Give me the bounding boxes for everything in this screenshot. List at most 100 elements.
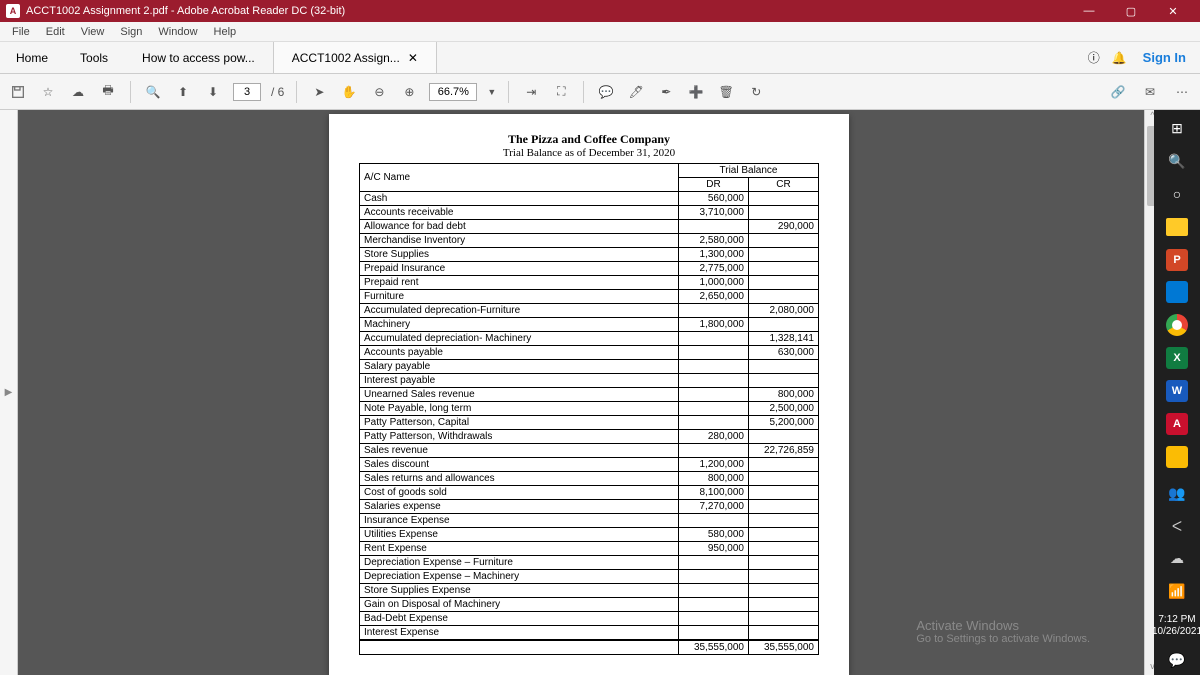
help-icon[interactable]: ⓘ bbox=[1088, 49, 1100, 66]
taskbar-powerpoint-icon[interactable]: P bbox=[1162, 245, 1192, 274]
cell-name: Salary payable bbox=[360, 360, 679, 374]
taskbar-pdf-icon[interactable]: A bbox=[1162, 409, 1192, 438]
cell-dr: 2,650,000 bbox=[679, 290, 749, 304]
menu-help[interactable]: Help bbox=[206, 26, 245, 38]
table-row: Bad-Debt Expense bbox=[360, 612, 819, 626]
menu-view[interactable]: View bbox=[73, 26, 113, 38]
taskbar-notes-icon[interactable] bbox=[1162, 442, 1192, 471]
table-row: Cost of goods sold8,100,000 bbox=[360, 486, 819, 500]
taskbar-chrome-icon[interactable] bbox=[1162, 311, 1192, 340]
pointer-icon[interactable]: ➤ bbox=[309, 82, 329, 102]
taskbar-explorer-icon[interactable] bbox=[1162, 212, 1192, 241]
cell-name: Accumulated deprecation-Furniture bbox=[360, 304, 679, 318]
tab-assignment[interactable]: ACCT1002 Assign...✕ bbox=[274, 42, 437, 73]
cell-name: Note Payable, long term bbox=[360, 402, 679, 416]
zoom-in-icon[interactable]: ⊕ bbox=[399, 82, 419, 102]
maximize-button[interactable]: ▢ bbox=[1110, 0, 1152, 22]
more-icon[interactable]: ⋯ bbox=[1172, 82, 1192, 102]
taskbar-people-icon[interactable]: 👥 bbox=[1162, 479, 1192, 508]
print-icon[interactable]: 🖶 bbox=[98, 82, 118, 102]
table-row: Sales revenue 22,726,859 bbox=[360, 444, 819, 458]
up-arrow-icon[interactable]: ⬆ bbox=[173, 82, 193, 102]
table-row: Utilities Expense580,000 bbox=[360, 528, 819, 542]
menu-file[interactable]: File bbox=[4, 26, 38, 38]
cell-dr bbox=[679, 444, 749, 458]
sign-in-link[interactable]: Sign In bbox=[1139, 50, 1186, 65]
down-arrow-icon[interactable]: ⬇ bbox=[203, 82, 223, 102]
cell-dr bbox=[679, 402, 749, 416]
cell-cr: 22,726,859 bbox=[749, 444, 819, 458]
sign-icon[interactable]: ✒ bbox=[656, 82, 676, 102]
cloud-icon[interactable]: ☁ bbox=[68, 82, 88, 102]
cell-cr bbox=[749, 430, 819, 444]
cell-name: Interest payable bbox=[360, 374, 679, 388]
nav-tools[interactable]: Tools bbox=[64, 42, 124, 73]
star-icon[interactable]: ☆ bbox=[38, 82, 58, 102]
taskbar-chevron-icon[interactable]: ᐸ bbox=[1162, 512, 1192, 541]
cell-cr bbox=[749, 626, 819, 641]
cell-dr: 3,710,000 bbox=[679, 206, 749, 220]
taskbar-excel-icon[interactable]: X bbox=[1162, 344, 1192, 373]
cell-cr bbox=[749, 514, 819, 528]
share-icon[interactable]: 🔗 bbox=[1108, 82, 1128, 102]
nav-home[interactable]: Home bbox=[0, 42, 64, 73]
cell-cr bbox=[749, 542, 819, 556]
cell-cr bbox=[749, 486, 819, 500]
bell-icon[interactable]: 🔔 bbox=[1112, 51, 1127, 65]
zoom-dropdown-icon[interactable]: ▼ bbox=[487, 87, 496, 97]
cell-dr: 2,775,000 bbox=[679, 262, 749, 276]
menu-window[interactable]: Window bbox=[150, 26, 205, 38]
taskbar-edge-icon[interactable] bbox=[1162, 278, 1192, 307]
navbar: Home Tools How to access pow... ACCT1002… bbox=[0, 42, 1200, 74]
comment-icon[interactable]: 💬 bbox=[596, 82, 616, 102]
table-row: Prepaid rent1,000,000 bbox=[360, 276, 819, 290]
cell-name: Sales returns and allowances bbox=[360, 472, 679, 486]
taskbar-onedrive-icon[interactable]: ☁ bbox=[1162, 545, 1192, 574]
highlight-icon[interactable]: 🖊 bbox=[626, 82, 646, 102]
table-row: Rent Expense950,000 bbox=[360, 542, 819, 556]
taskbar-notifications-icon[interactable]: 💬 bbox=[1162, 646, 1192, 675]
minimize-button[interactable]: — bbox=[1068, 0, 1110, 22]
cell-cr bbox=[749, 318, 819, 332]
delete-icon[interactable]: 🗑 bbox=[716, 82, 736, 102]
table-row: Store Supplies Expense bbox=[360, 584, 819, 598]
cell-name: Sales revenue bbox=[360, 444, 679, 458]
workspace: ▶ The Pizza and Coffee Company Trial Bal… bbox=[0, 110, 1200, 675]
taskbar-clock[interactable]: 7:12 PM 10/26/2021 bbox=[1152, 610, 1200, 642]
cell-dr: 280,000 bbox=[679, 430, 749, 444]
hand-icon[interactable]: ✋ bbox=[339, 82, 359, 102]
th-ac: A/C Name bbox=[360, 164, 679, 192]
menu-edit[interactable]: Edit bbox=[38, 26, 73, 38]
tab-howto[interactable]: How to access pow... bbox=[124, 42, 274, 73]
taskbar-cortana-icon[interactable]: ○ bbox=[1162, 180, 1192, 209]
save-icon[interactable] bbox=[8, 82, 28, 102]
mail-icon[interactable]: ✉ bbox=[1140, 82, 1160, 102]
th-dr: DR bbox=[679, 178, 749, 192]
taskbar-search-icon[interactable]: 🔍 bbox=[1162, 147, 1192, 176]
left-panel-toggle[interactable]: ▶ bbox=[0, 110, 18, 675]
cell-dr: 560,000 bbox=[679, 192, 749, 206]
tab-close-icon[interactable]: ✕ bbox=[408, 51, 418, 65]
fit-width-icon[interactable]: ⇥ bbox=[521, 82, 541, 102]
fit-page-icon[interactable]: ⛶ bbox=[551, 82, 571, 102]
taskbar-start-icon[interactable]: ⊞ bbox=[1162, 114, 1192, 143]
table-row: Accounts payable630,000 bbox=[360, 346, 819, 360]
table-row: Depreciation Expense – Furniture bbox=[360, 556, 819, 570]
menu-sign[interactable]: Sign bbox=[112, 26, 150, 38]
cell-dr bbox=[679, 626, 749, 641]
page-input[interactable] bbox=[233, 83, 261, 101]
taskbar-word-icon[interactable]: W bbox=[1162, 377, 1192, 406]
cell-cr bbox=[749, 598, 819, 612]
document-area[interactable]: The Pizza and Coffee Company Trial Balan… bbox=[18, 110, 1160, 675]
taskbar-wifi-icon[interactable]: 📶 bbox=[1162, 577, 1192, 606]
cell-dr bbox=[679, 220, 749, 234]
close-button[interactable]: ✕ bbox=[1152, 0, 1194, 22]
cell-dr bbox=[679, 388, 749, 402]
cell-dr bbox=[679, 570, 749, 584]
rotate-icon[interactable]: ↻ bbox=[746, 82, 766, 102]
stamp-icon[interactable]: ➕ bbox=[686, 82, 706, 102]
trial-balance-table: A/C NameTrial Balance DRCR Cash560,000Ac… bbox=[359, 163, 819, 655]
search-icon[interactable]: 🔍 bbox=[143, 82, 163, 102]
zoom-out-icon[interactable]: ⊖ bbox=[369, 82, 389, 102]
zoom-input[interactable] bbox=[429, 83, 477, 101]
